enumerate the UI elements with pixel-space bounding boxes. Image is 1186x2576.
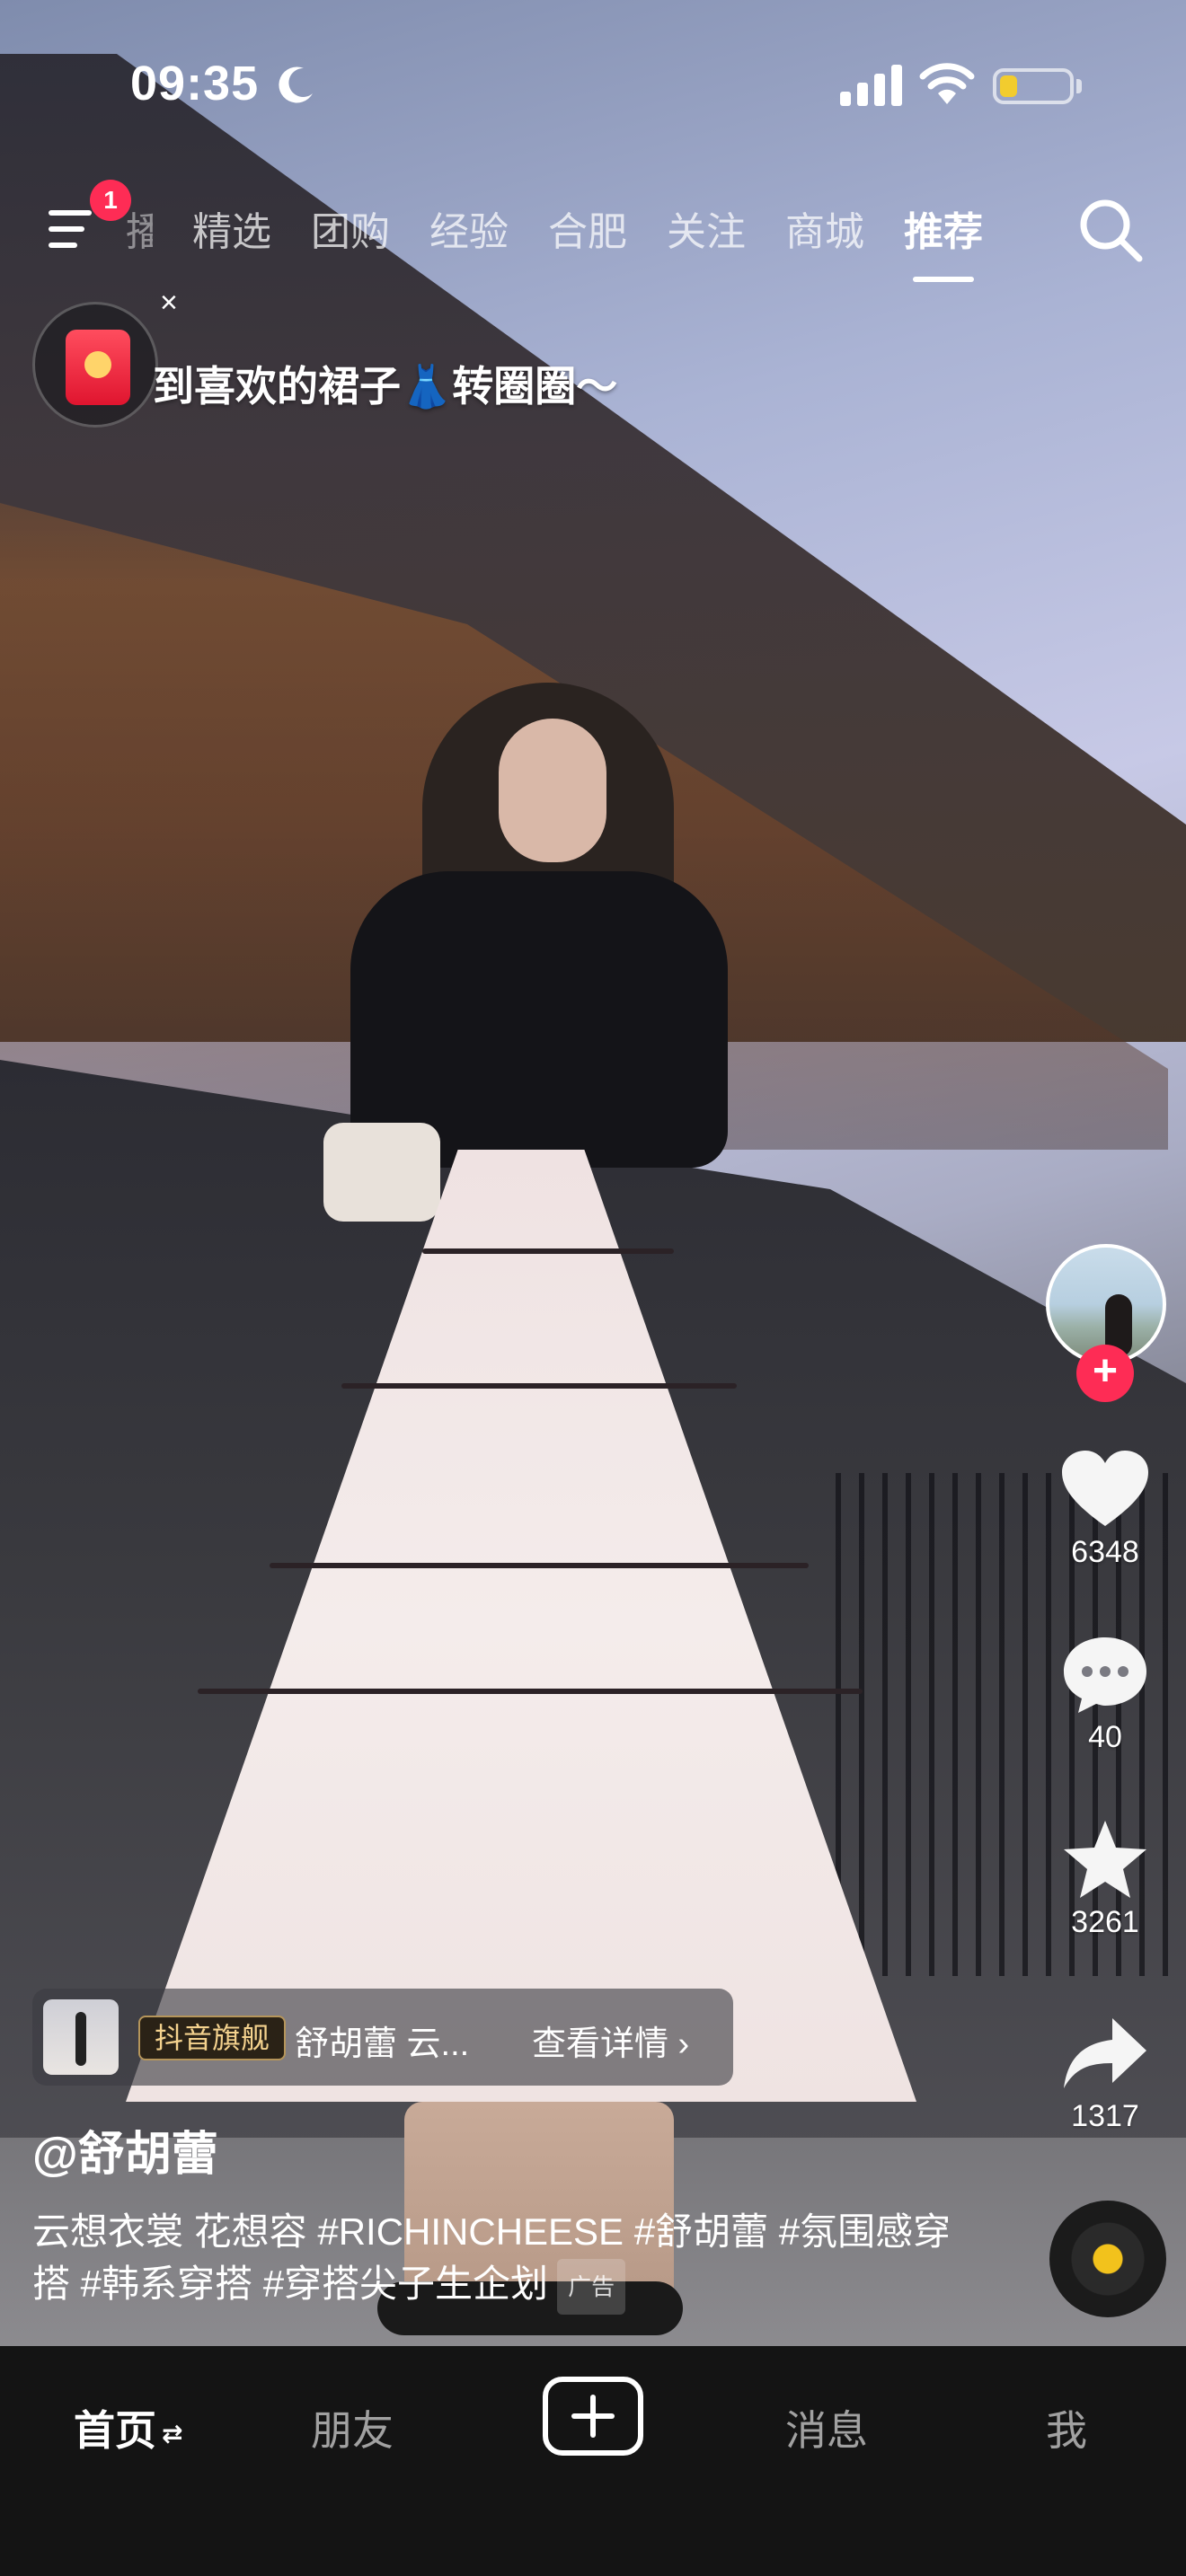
follow-button[interactable]: + xyxy=(1076,1345,1134,1402)
nav-messages[interactable]: 消息 xyxy=(785,2398,868,2457)
nav-home[interactable]: 首页 ⇄ xyxy=(74,2398,182,2457)
view-details-link[interactable]: 查看详情 › xyxy=(532,2016,689,2065)
signal-icon xyxy=(840,65,902,106)
caption-text: 云想衣裳 花想容 #RICHINCHEESE #舒胡蕾 #氛围感穿搭 #韩系穿搭… xyxy=(32,2210,951,2305)
battery-icon xyxy=(993,68,1074,104)
status-bar: 09:35 xyxy=(0,0,1186,171)
tab-0[interactable]: 播 xyxy=(126,199,153,257)
product-card[interactable]: 抖音旗舰 舒胡蕾 云... 查看详情 › xyxy=(32,1989,733,2086)
menu-icon-line xyxy=(49,243,77,248)
tab-1[interactable]: 精选 xyxy=(192,199,271,257)
share-button[interactable]: 1317 xyxy=(1042,2013,1168,2134)
battery-level xyxy=(1000,75,1017,97)
swap-icon: ⇄ xyxy=(162,2420,183,2448)
red-packet-widget[interactable] xyxy=(32,302,158,428)
share-count: 1317 xyxy=(1071,2099,1139,2133)
video-person-face xyxy=(499,719,606,862)
ad-badge: 广告 xyxy=(557,2258,626,2315)
menu-icon-line xyxy=(49,226,84,232)
skirt-stripe xyxy=(198,1689,863,1694)
skirt-stripe xyxy=(341,1383,737,1389)
tab-4[interactable]: 合肥 xyxy=(548,199,627,257)
search-icon[interactable] xyxy=(1076,196,1145,264)
create-button[interactable] xyxy=(543,2377,643,2456)
status-time: 09:35 xyxy=(130,57,260,110)
skirt-stripe xyxy=(422,1248,674,1254)
product-name: 舒胡蕾 云... xyxy=(295,2025,470,2063)
bottom-nav: 首页 ⇄ 朋友 消息 我 xyxy=(0,2346,1186,2576)
music-disc-icon[interactable] xyxy=(1049,2201,1166,2317)
like-count: 6348 xyxy=(1071,1535,1139,1569)
plus-icon-vertical xyxy=(590,2395,596,2438)
tab-7[interactable]: 推荐 xyxy=(904,199,983,282)
brand-tag: 抖音旗舰 xyxy=(138,2016,287,2060)
coin-icon xyxy=(84,351,111,378)
share-arrow-icon xyxy=(1064,2018,1146,2088)
product-thumbnail xyxy=(43,1999,119,2075)
top-nav: 1 播精选 团购 经验 合肥 关注 商城 推荐 xyxy=(0,180,1186,282)
author-name[interactable]: @舒胡蕾 xyxy=(32,2116,218,2183)
comment-button[interactable]: 40 xyxy=(1042,1634,1168,1755)
wifi-icon xyxy=(919,63,975,104)
close-icon[interactable]: × xyxy=(160,286,178,321)
comment-count: 40 xyxy=(1088,1720,1122,1754)
nav-me[interactable]: 我 xyxy=(1046,2398,1087,2457)
video-caption: 云想衣裳 花想容 #RICHINCHEESE #舒胡蕾 #氛围感穿搭 #韩系穿搭… xyxy=(32,2206,967,2315)
battery-cap xyxy=(1076,79,1082,93)
video-person-bag xyxy=(323,1123,440,1222)
nav-home-label: 首页 xyxy=(74,2407,156,2454)
comment-icon xyxy=(1064,1637,1146,1713)
tab-6[interactable]: 商城 xyxy=(785,199,864,257)
tab-5[interactable]: 关注 xyxy=(667,199,746,257)
skirt-stripe xyxy=(270,1563,809,1568)
moon-icon xyxy=(279,66,313,103)
tab-3[interactable]: 经验 xyxy=(429,199,509,257)
menu-icon xyxy=(49,210,92,216)
favorite-count: 3261 xyxy=(1071,1905,1139,1939)
star-icon xyxy=(1064,1821,1146,1898)
nav-friends[interactable]: 朋友 xyxy=(311,2398,394,2457)
like-button[interactable]: 6348 xyxy=(1042,1449,1168,1570)
favorite-button[interactable]: 3261 xyxy=(1042,1819,1168,1940)
channel-tabs: 播精选 团购 经验 合肥 关注 商城 推荐 xyxy=(126,199,983,282)
tab-2[interactable]: 团购 xyxy=(311,199,390,257)
heart-icon xyxy=(1062,1451,1148,1526)
video-overlay-text: 到喜欢的裙子👗转圈圈～ xyxy=(153,363,618,410)
